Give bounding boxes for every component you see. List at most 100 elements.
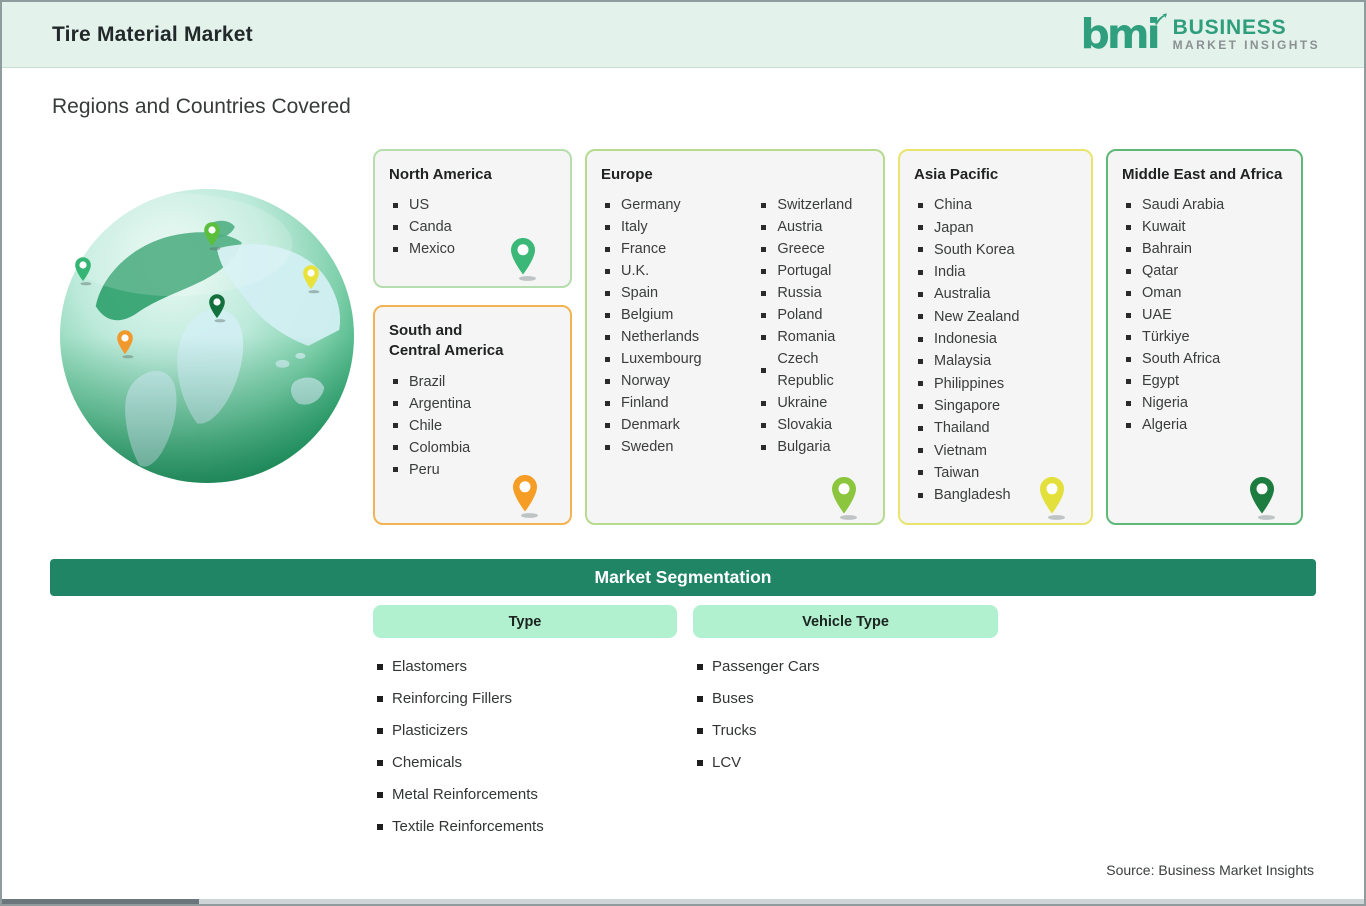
segment-item-label: Chemicals	[392, 754, 463, 771]
bullet-icon	[918, 269, 923, 275]
bullet-icon	[393, 202, 398, 208]
market-segmentation-banner: Market Segmentation	[50, 559, 1316, 596]
country-item: Finland	[599, 392, 741, 414]
location-pin-icon	[511, 238, 536, 281]
country-item: U.K.	[599, 260, 741, 282]
country-name: Romania	[777, 329, 836, 346]
country-name: U.K.	[621, 263, 650, 280]
country-name: Russia	[777, 285, 822, 302]
bullet-icon	[918, 247, 923, 253]
regions-section: North America US Canda Mexico South and Cent…	[50, 149, 1364, 525]
bullet-icon	[377, 823, 383, 830]
bullet-icon	[393, 246, 398, 252]
segment-item: Reinforcing Fillers	[377, 690, 677, 707]
segment-item-list: Elastomers Reinforcing Fillers Plasticizer…	[373, 658, 677, 835]
logo-arrow-icon	[1154, 13, 1167, 26]
country-name: Poland	[777, 307, 823, 324]
country-item: Indonesia	[912, 328, 1019, 350]
country-name: UAE	[1142, 307, 1172, 324]
bullet-icon	[605, 224, 610, 230]
country-name: China	[934, 197, 972, 214]
scrollbar-thumb[interactable]	[2, 899, 199, 904]
country-item: Chile	[387, 415, 471, 437]
segment-item: Metal Reinforcements	[377, 786, 677, 803]
country-name: New Zealand	[934, 308, 1020, 325]
country-name: Finland	[621, 395, 669, 412]
country-name: Oman	[1142, 285, 1182, 302]
country-item: Netherlands	[599, 326, 741, 348]
segment-item-label: Metal Reinforcements	[392, 786, 538, 803]
location-pin-icon	[1040, 477, 1065, 520]
bullet-icon	[605, 246, 610, 252]
segment-item-list: Passenger Cars Buses Trucks LCV	[693, 658, 998, 771]
globe-location-pin-icon	[75, 257, 92, 286]
section-title: Regions and Countries Covered	[52, 95, 351, 118]
country-name: Slovakia	[777, 417, 833, 434]
country-name: Saudi Arabia	[1142, 197, 1225, 214]
country-item: New Zealand	[912, 306, 1019, 328]
country-item: Japan	[912, 217, 1019, 239]
country-name: Greece	[777, 241, 825, 258]
country-name: Philippines	[934, 375, 1005, 392]
country-item: Spain	[599, 282, 741, 304]
country-name: Portugal	[777, 263, 832, 280]
bullet-icon	[605, 422, 610, 428]
region-title: Middle East and Africa	[1122, 166, 1283, 183]
region-card-eu: Europe Germany Italy France U.K. Spain Belgium…	[585, 149, 885, 525]
bullet-icon	[761, 334, 767, 340]
country-list: Germany Italy France U.K. Spain Belgium Nether…	[599, 194, 741, 458]
country-name: Czech Republic	[777, 351, 834, 390]
bullet-icon	[605, 378, 610, 384]
bullet-icon	[761, 224, 767, 230]
bullet-icon	[1126, 268, 1131, 274]
segment-item: Trucks	[697, 722, 998, 739]
country-item: Romania	[755, 326, 871, 348]
bullet-icon	[697, 727, 703, 734]
country-item: Slovakia	[755, 414, 871, 436]
country-item: Qatar	[1120, 260, 1224, 282]
infographic-page: Tire Material Market bmi BUSINESS MARKET…	[0, 0, 1366, 906]
bullet-icon	[1126, 356, 1131, 362]
bullet-icon	[761, 367, 767, 373]
bullet-icon	[377, 759, 383, 766]
location-pin-icon	[832, 477, 857, 520]
segment-item: Buses	[697, 690, 998, 707]
bullet-icon	[605, 202, 610, 208]
bullet-icon	[918, 292, 923, 298]
region-card-na: North America US Canda Mexico	[373, 149, 572, 288]
logo-line2: MARKET INSIGHTS	[1172, 38, 1320, 53]
country-name: Mexico	[409, 241, 455, 258]
country-name: Indonesia	[934, 331, 997, 348]
country-item: Kuwait	[1120, 216, 1224, 238]
segment-item-label: Passenger Cars	[712, 658, 820, 675]
bullet-icon	[918, 381, 923, 387]
country-name: Algeria	[1142, 417, 1188, 434]
country-name: Taiwan	[934, 464, 980, 481]
bullet-icon	[605, 356, 610, 362]
country-item: UAE	[1120, 304, 1224, 326]
country-item: Philippines	[912, 373, 1019, 395]
americas-column: North America US Canda Mexico South and Cent…	[373, 149, 572, 525]
bullet-icon	[761, 268, 767, 274]
country-item: Malaysia	[912, 350, 1019, 372]
country-list: Brazil Argentina Chile Colombia Peru	[387, 371, 471, 481]
region-card-sca: South and Central America Brazil Argentina…	[373, 305, 572, 525]
segment-item-label: LCV	[712, 754, 742, 771]
segment-item-label: Plasticizers	[392, 722, 468, 739]
country-name: India	[934, 264, 966, 281]
country-item: Nigeria	[1120, 392, 1224, 414]
bullet-icon	[918, 336, 923, 342]
country-list: Saudi Arabia Kuwait Bahrain Qatar Oman UAE Tür…	[1120, 194, 1224, 436]
country-item: Sweden	[599, 436, 741, 458]
country-name: Netherlands	[621, 329, 700, 346]
bullet-icon	[1126, 246, 1131, 252]
country-name: Sweden	[621, 439, 674, 456]
horizontal-scrollbar[interactable]	[2, 899, 1364, 904]
bullet-icon	[697, 663, 703, 670]
globe-location-pin-icon	[204, 222, 221, 251]
segment-item-label: Textile Reinforcements	[392, 818, 544, 835]
country-name: Qatar	[1142, 263, 1179, 280]
bullet-icon	[1126, 422, 1131, 428]
country-item: Switzerland	[755, 194, 871, 216]
country-name: Norway	[621, 373, 671, 390]
